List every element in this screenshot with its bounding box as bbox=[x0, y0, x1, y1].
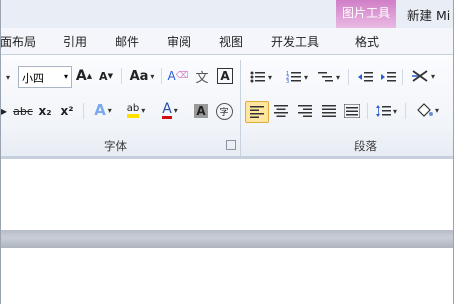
change-case-button[interactable]: Aa ▾ bbox=[128, 66, 156, 86]
highlighter-icon: ab bbox=[126, 103, 140, 118]
char-border-button[interactable]: A bbox=[216, 66, 234, 86]
tab-page-layout[interactable]: 面布局 bbox=[0, 33, 36, 50]
grow-font-button[interactable]: A ▲ bbox=[75, 66, 93, 86]
text-effect-button[interactable]: A ▾ bbox=[91, 100, 115, 120]
distributed-button[interactable] bbox=[342, 101, 362, 121]
picture-tools-title: 图片工具 bbox=[341, 6, 390, 20]
page-gap-bar bbox=[0, 230, 454, 248]
font-group-label: 字体 bbox=[104, 139, 127, 153]
bullets-button[interactable]: ▾ bbox=[248, 67, 274, 87]
font-size-value: 小四 bbox=[22, 72, 44, 85]
phonetic-guide-button[interactable]: 文 bbox=[193, 66, 211, 86]
increase-indent-icon bbox=[381, 72, 396, 82]
line-spacing-icon bbox=[375, 105, 391, 117]
divider bbox=[348, 69, 349, 85]
clear-format-button[interactable]: A ⌫ bbox=[168, 66, 189, 86]
shading-button[interactable]: ▾ bbox=[412, 100, 442, 120]
paragraph-group-label: 段落 bbox=[354, 139, 377, 153]
numbering-button[interactable]: 1 2 3 ▾ bbox=[283, 67, 311, 87]
font-size-combo[interactable]: 小四 ▾ bbox=[18, 66, 72, 88]
font-name-dropdown-arrow[interactable]: ▾ bbox=[2, 67, 12, 87]
decrease-indent-button[interactable] bbox=[355, 67, 375, 87]
char-shading-button[interactable]: A bbox=[193, 101, 209, 121]
increase-indent-button[interactable] bbox=[378, 67, 398, 87]
paint-bucket-icon bbox=[417, 103, 433, 117]
window-frame-left bbox=[0, 0, 1, 304]
justify-icon bbox=[322, 105, 336, 117]
align-left-icon bbox=[250, 106, 264, 118]
align-right-icon bbox=[298, 105, 312, 117]
tab-developer[interactable]: 开发工具 bbox=[271, 33, 319, 50]
divider bbox=[367, 103, 368, 119]
align-center-icon bbox=[274, 105, 288, 117]
decrease-indent-icon bbox=[358, 72, 373, 82]
highlight-color-button[interactable]: ab ▾ bbox=[121, 100, 151, 120]
tab-format[interactable]: 格式 bbox=[355, 33, 379, 50]
multilevel-list-button[interactable]: ▾ bbox=[316, 67, 342, 87]
chevron-down-icon: ▾ bbox=[63, 72, 68, 81]
line-spacing-button[interactable]: ▾ bbox=[372, 101, 400, 121]
font-dialog-launcher[interactable] bbox=[226, 140, 236, 150]
superscript-button[interactable]: x² bbox=[59, 101, 75, 121]
align-left-button[interactable] bbox=[245, 101, 269, 123]
svg-text:3: 3 bbox=[286, 79, 289, 84]
chinese-layout-button[interactable]: ▾ bbox=[408, 66, 438, 86]
justify-button[interactable] bbox=[319, 101, 339, 121]
document-page-area[interactable] bbox=[0, 159, 454, 230]
divider bbox=[161, 68, 162, 84]
divider bbox=[405, 103, 406, 119]
tab-references[interactable]: 引用 bbox=[63, 33, 87, 50]
align-right-button[interactable] bbox=[295, 101, 315, 121]
distributed-icon bbox=[344, 104, 360, 118]
numbered-list-icon: 123 bbox=[286, 71, 301, 84]
shrink-font-button[interactable]: A ▼ bbox=[97, 66, 115, 86]
bullet-icon: ▸ bbox=[0, 104, 8, 118]
divider bbox=[83, 103, 84, 119]
bullet-list-icon bbox=[250, 71, 265, 83]
enclose-char-button[interactable]: 字 bbox=[215, 101, 233, 121]
multilevel-list-icon bbox=[317, 72, 333, 82]
chinese-layout-icon bbox=[411, 70, 428, 82]
document-title: 新建 Mi bbox=[407, 8, 451, 23]
subscript-button[interactable]: x₂ bbox=[37, 101, 53, 121]
strikethrough-button[interactable]: abc bbox=[12, 101, 34, 121]
group-separator bbox=[240, 60, 241, 156]
tab-mailings[interactable]: 邮件 bbox=[115, 33, 139, 50]
tab-review[interactable]: 审阅 bbox=[167, 33, 191, 50]
tab-view[interactable]: 视图 bbox=[219, 33, 243, 50]
document-page-area-next[interactable] bbox=[0, 248, 454, 304]
divider bbox=[121, 68, 122, 84]
align-center-button[interactable] bbox=[271, 101, 291, 121]
divider bbox=[402, 69, 403, 85]
font-color-button[interactable]: A ▾ bbox=[155, 100, 185, 120]
